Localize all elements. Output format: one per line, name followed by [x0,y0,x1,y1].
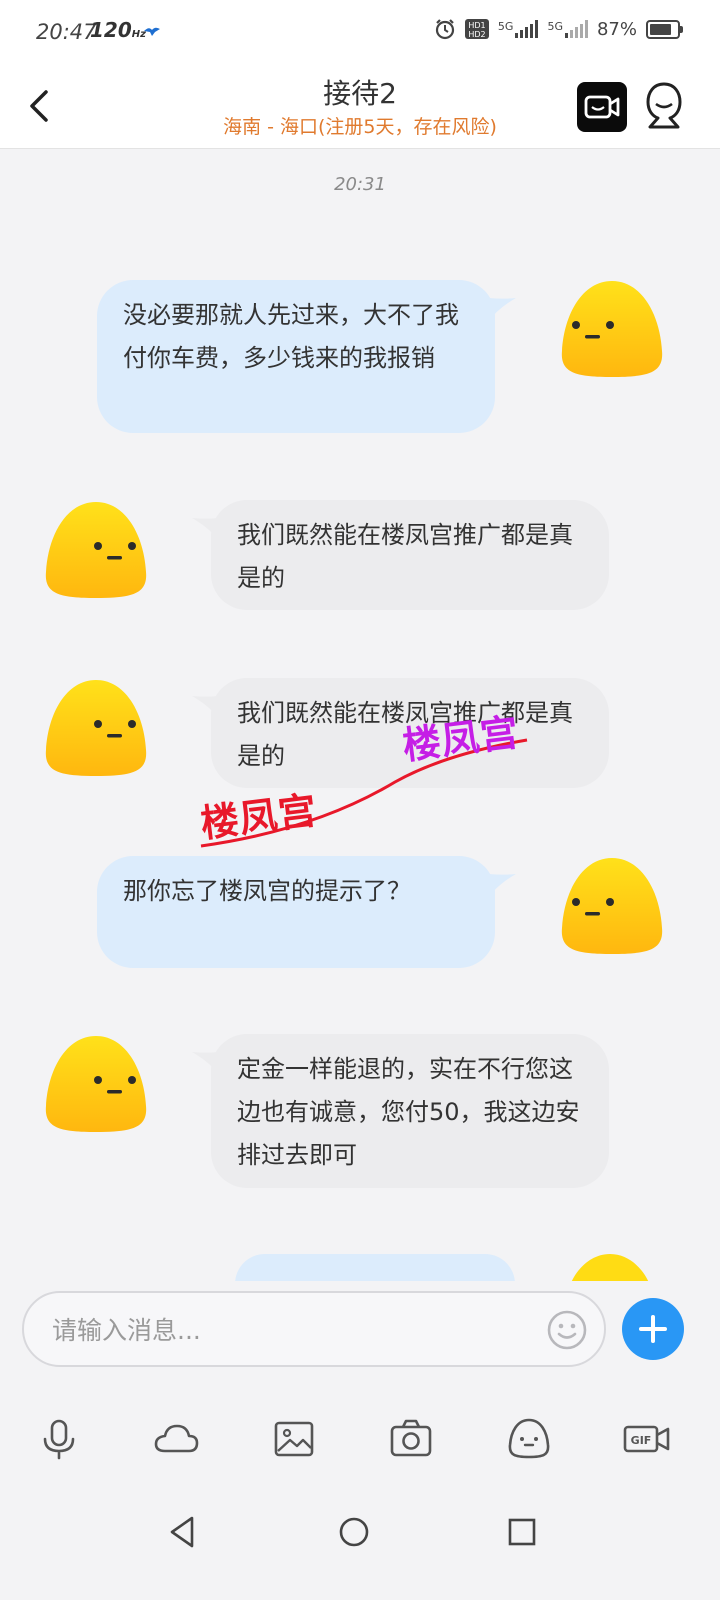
battery-icon [646,19,683,39]
message-text: 没必要那就人先过来，大不了我付你车费，多少钱来的我报销 [123,301,459,372]
svg-text:HD2: HD2 [468,30,485,39]
signal-1: 5G [498,20,539,38]
message-bubble-received[interactable]: 我们既然能在楼凤宫推广都是真是的 [211,500,609,610]
chat-header: 接待2 海南 - 海口(注册5天，存在风险) [0,66,720,149]
message-bubble-received[interactable]: 定金一样能退的，实在不行您这边也有诚意，您付50，我这边安排过去即可 [211,1034,609,1188]
gif-icon[interactable]: GIF [622,1415,672,1463]
profile-icon[interactable] [640,80,688,132]
sticker-icon[interactable] [505,1415,553,1463]
camera-icon[interactable] [387,1415,435,1463]
message-text: 那你忘了楼凤宫的提示了？ [123,877,411,905]
message-input-container [22,1291,606,1367]
network-1-label: 5G [497,20,514,33]
message-bubble-sent[interactable]: 那你忘了楼凤宫的提示了？ [97,856,495,968]
input-area: GIF [0,1281,720,1600]
hd-icon: HD1HD2 [464,19,489,39]
refresh-rate: 120Hz [90,18,146,42]
alarm-icon [435,19,455,40]
signal-bars-2-icon [564,20,588,38]
cloud-icon[interactable] [152,1415,200,1463]
network-2-label: 5G [547,20,563,33]
bird-icon [144,27,160,36]
status-bar: 20:47 120Hz HD1 HD2 5G 5G 87% [0,0,720,66]
emoji-icon[interactable] [546,1309,588,1351]
back-triangle-icon[interactable] [164,1512,204,1552]
battery-percent: 87% [596,18,637,40]
avatar-contact-icon[interactable] [40,1034,152,1138]
image-icon[interactable] [270,1415,318,1463]
battery-fill [650,23,671,35]
signal-bars-1-icon [515,20,539,38]
video-camera-icon [584,95,620,119]
status-time: 20:47 [36,20,97,44]
refresh-rate-value: 120 [90,18,132,42]
svg-text:HD1: HD1 [468,21,485,30]
recents-square-icon[interactable] [502,1512,542,1552]
microphone-icon[interactable] [35,1415,83,1463]
status-right: HD1 HD2 5G 5G 87% [434,18,683,40]
message-text: 定金一样能退的，实在不行您这边也有诚意，您付50，我这边安排过去即可 [237,1055,580,1169]
home-circle-icon[interactable] [334,1512,374,1552]
avatar-self-icon[interactable] [556,856,668,960]
plus-button[interactable] [622,1298,684,1360]
message-bubble-sent[interactable]: 没必要那就人先过来，大不了我付你车费，多少钱来的我报销 [97,280,495,433]
message-input[interactable] [50,1309,534,1351]
plus-icon [639,1315,667,1343]
avatar-contact-icon[interactable] [40,500,152,604]
avatar-contact-icon[interactable] [40,678,152,782]
svg-text:GIF: GIF [631,1434,652,1447]
message-text: 我们既然能在楼凤宫推广都是真是的 [237,521,573,592]
signal-2: 5G [547,20,588,38]
video-call-button[interactable] [577,82,627,132]
message-timestamp: 20:31 [334,174,386,195]
avatar-self-icon[interactable] [556,279,668,383]
